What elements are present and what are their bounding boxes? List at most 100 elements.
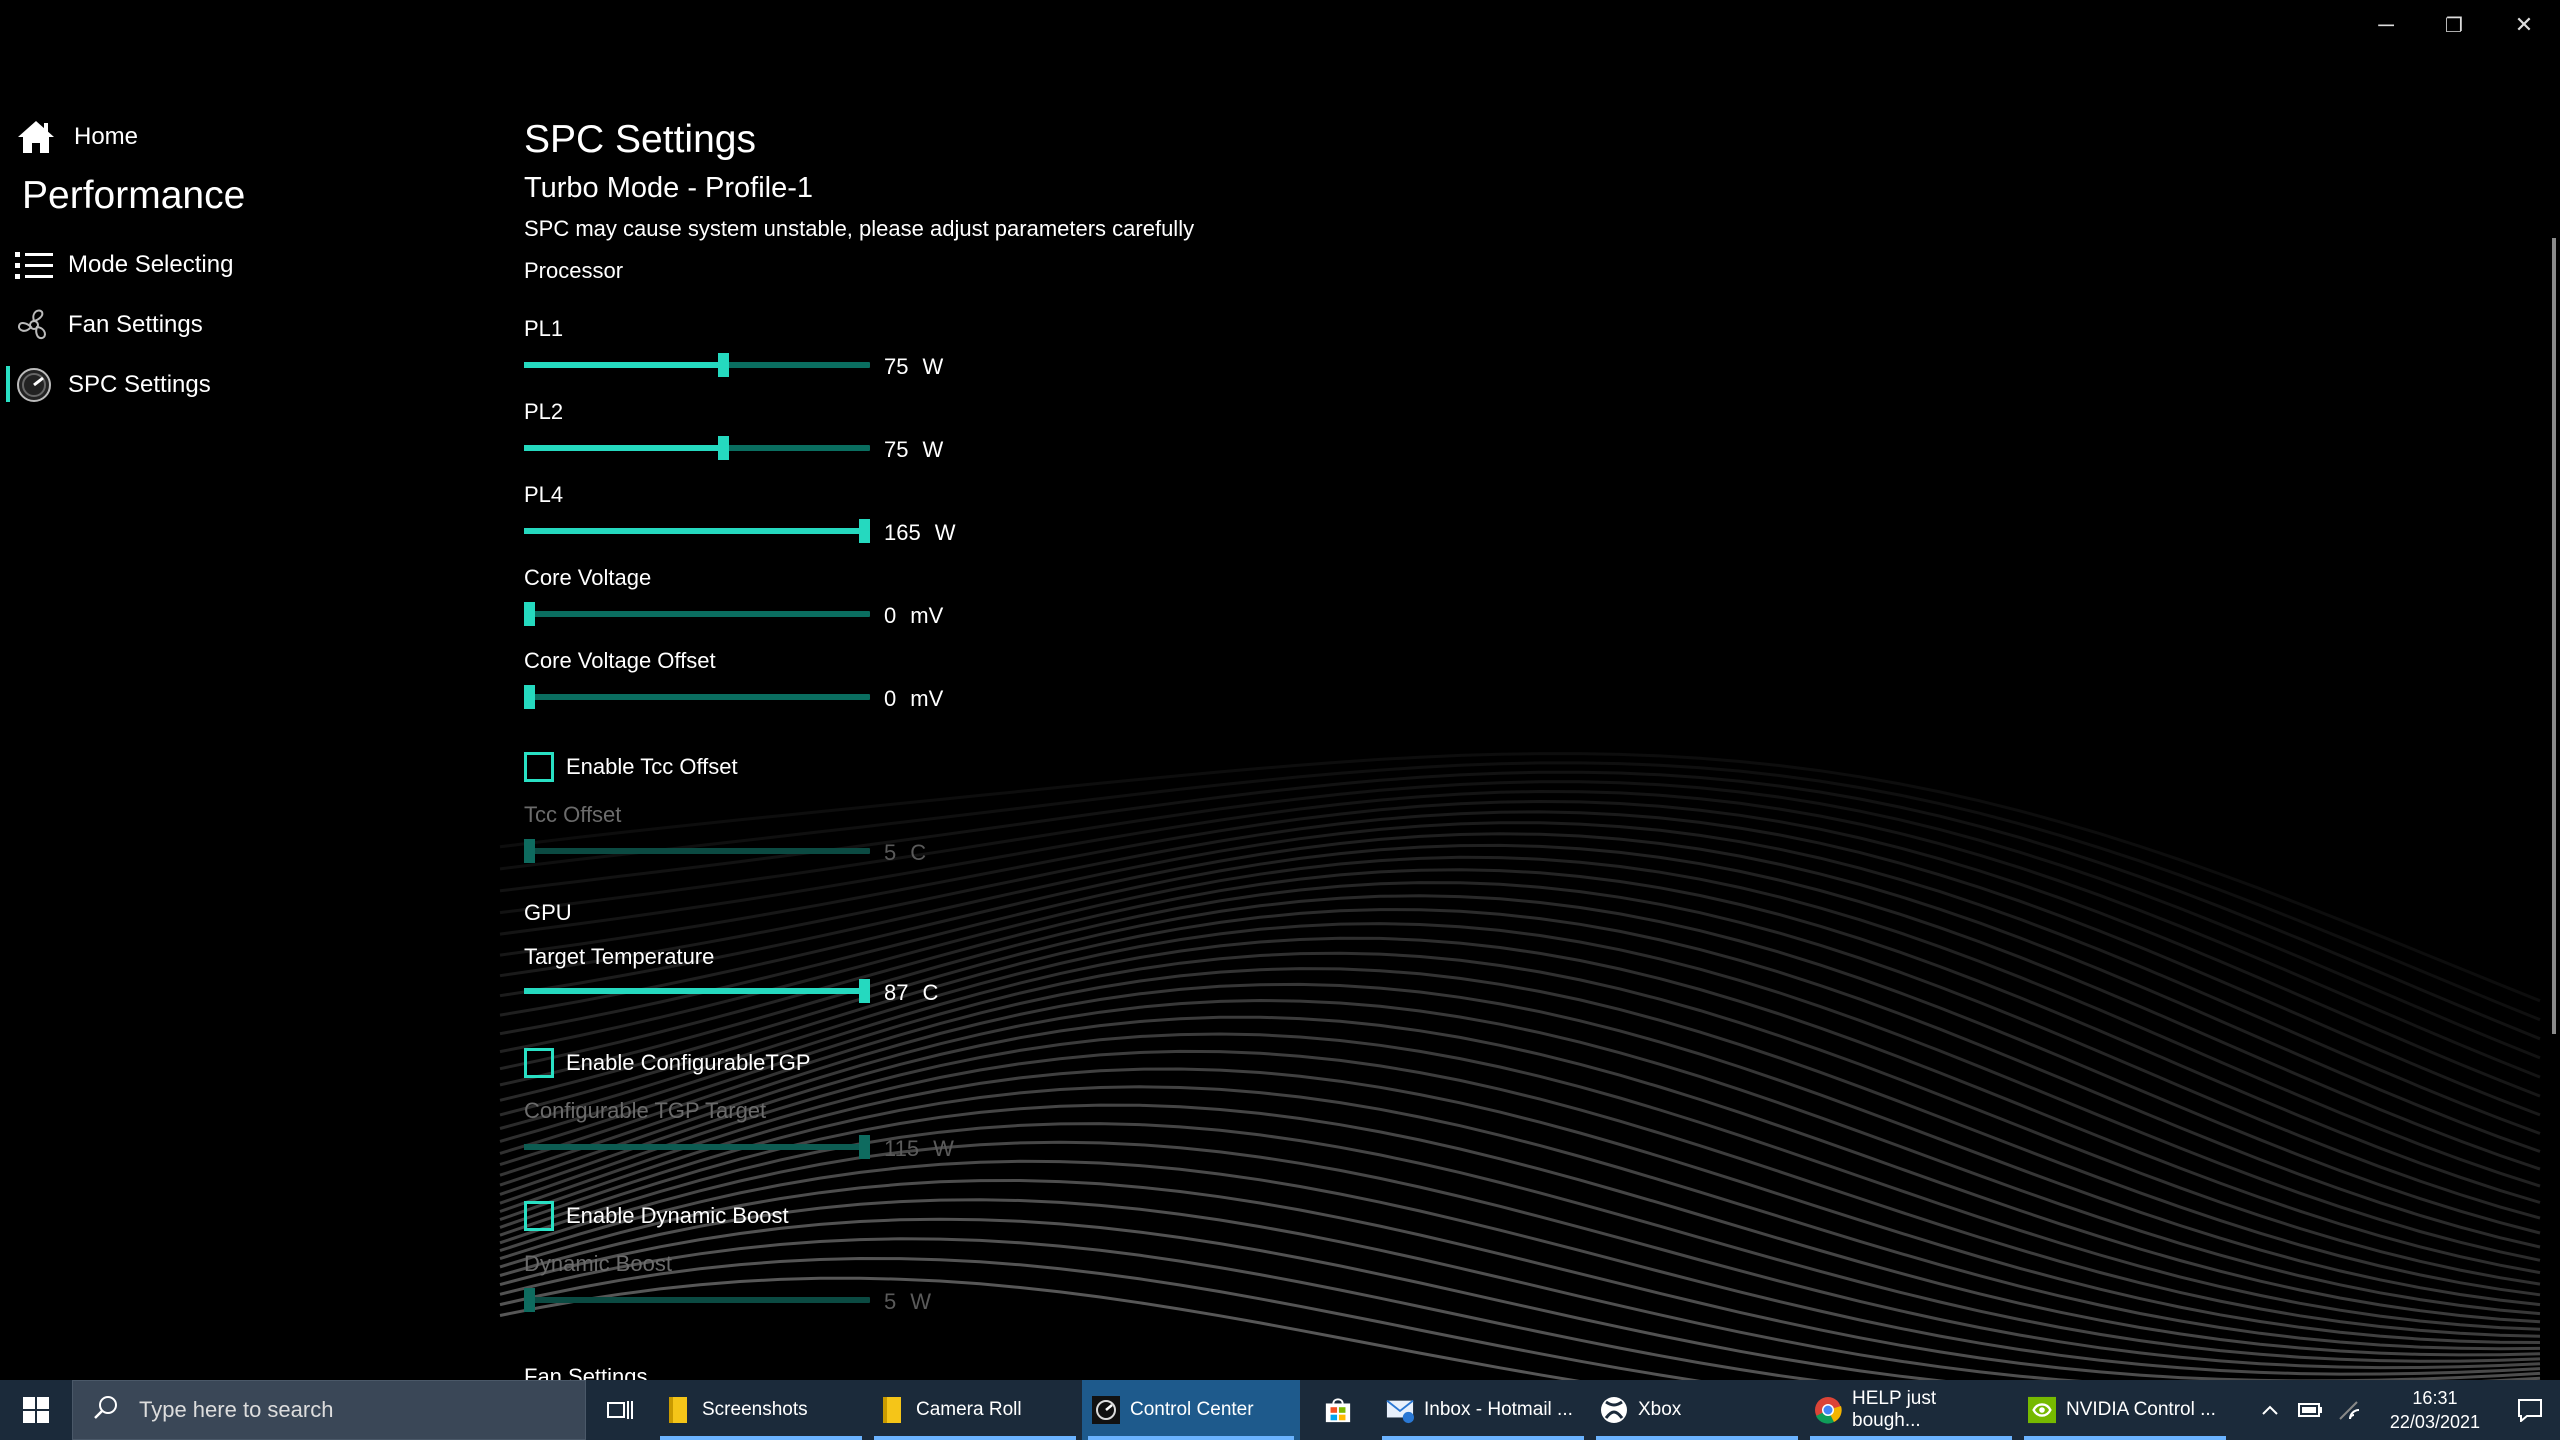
taskbar-app-label: HELP just bough... — [1852, 1388, 1937, 1431]
pl4-slider[interactable] — [524, 516, 870, 546]
dynamic-boost-label: Dynamic Boost — [524, 1251, 672, 1276]
vertical-scrollbar[interactable] — [2552, 238, 2556, 1034]
pl1-unit: W — [922, 354, 944, 379]
taskbar-app-mail[interactable]: Inbox - Hotmail ... — [1376, 1380, 1590, 1440]
checkbox-box[interactable] — [524, 1201, 554, 1231]
taskbar-app-screenshots[interactable]: Screenshots — [654, 1380, 868, 1440]
windows-icon — [23, 1397, 49, 1423]
taskbar-app-xbox[interactable]: Xbox — [1590, 1380, 1804, 1440]
fan-settings-heading: Fan Settings — [524, 1364, 648, 1380]
close-button[interactable]: ✕ — [2490, 0, 2558, 50]
pl2-unit: W — [922, 437, 944, 462]
pl2-value: 75 W — [884, 437, 957, 463]
task-view-button[interactable] — [586, 1380, 654, 1440]
core-voltage-unit: mV — [910, 603, 944, 628]
nav-home-label: Home — [74, 123, 139, 150]
battery-icon[interactable] — [2290, 1401, 2330, 1419]
nav-active-indicator — [6, 366, 10, 402]
restore-button[interactable]: ❐ — [2420, 0, 2488, 50]
pl1-label: PL1 — [524, 316, 564, 341]
pl1-value-number: 75 — [884, 354, 909, 379]
pl4-value: 165 W — [884, 520, 969, 546]
checkbox-box[interactable] — [524, 752, 554, 782]
slider-thumb[interactable] — [718, 436, 729, 460]
search-placeholder: Type here to search — [139, 1397, 334, 1422]
slider-thumb[interactable] — [524, 685, 535, 709]
nav-fan-settings[interactable]: Fan Settings — [14, 300, 203, 350]
enable-tcc-offset-checkbox[interactable]: Enable Tcc Offset — [524, 752, 738, 782]
chevron-up-icon[interactable] — [2250, 1404, 2290, 1416]
taskbar-clock[interactable]: 16:31 22/03/2021 — [2370, 1386, 2500, 1434]
nav-spc-settings[interactable]: SPC Settings — [14, 360, 211, 410]
profile-subtitle: Turbo Mode - Profile-1 — [524, 172, 814, 204]
core-voltage-slider[interactable] — [524, 599, 870, 629]
chrome-icon — [1814, 1396, 1842, 1424]
wave-line — [499, 789, 2541, 1079]
wifi-icon[interactable] — [2330, 1399, 2370, 1421]
tcc-offset-label: Tcc Offset — [524, 802, 622, 827]
pl2-label: PL2 — [524, 399, 564, 424]
page-title: SPC Settings — [524, 118, 756, 161]
slider-thumb[interactable] — [524, 602, 535, 626]
slider-track — [524, 1297, 870, 1303]
nav-home[interactable]: Home — [16, 112, 138, 162]
core-voltage-offset-slider[interactable] — [524, 682, 870, 712]
target-temperature-label: Target Temperature — [524, 944, 715, 969]
slider-fill — [524, 445, 724, 451]
control-center-window: ─ ❐ ✕ Home Performance Mode Selecting Fa… — [0, 0, 2560, 1380]
notifications-icon[interactable] — [2500, 1398, 2560, 1422]
configurable-tgp-label: Configurable TGP Target — [524, 1098, 767, 1123]
taskbar-app-control-center[interactable]: Control Center — [1082, 1380, 1300, 1440]
start-button[interactable] — [0, 1380, 72, 1440]
wave-line — [499, 908, 2541, 1249]
taskbar-app-store[interactable] — [1300, 1380, 1376, 1440]
wave-line — [499, 1178, 2541, 1380]
slider-thumb[interactable] — [859, 519, 870, 543]
taskbar-app-camera-roll[interactable]: Camera Roll — [868, 1380, 1082, 1440]
taskbar-search-box[interactable]: Type here to search — [72, 1380, 586, 1440]
taskbar-app-nvidia[interactable]: NVIDIA Control ... — [2018, 1380, 2232, 1440]
nvidia-icon — [2028, 1396, 2056, 1424]
minimize-button[interactable]: ─ — [2352, 0, 2420, 50]
wave-line — [499, 780, 2541, 1060]
slider-thumb[interactable] — [718, 353, 729, 377]
configurable-tgp-value: 115 W — [884, 1136, 968, 1162]
slider-fill — [524, 1144, 865, 1150]
tcc-offset-slider[interactable] — [524, 836, 870, 866]
processor-heading: Processor — [524, 258, 624, 283]
wave-line — [499, 843, 2541, 1171]
store-icon — [1324, 1396, 1352, 1424]
slider-thumb[interactable] — [524, 1288, 535, 1312]
slider-track — [524, 848, 870, 854]
taskbar-app-label: Control Center — [1130, 1399, 1254, 1420]
dynamic-boost-value-number: 5 — [884, 1289, 897, 1314]
wave-line — [499, 752, 2541, 1003]
target-temperature-value: 87 C — [884, 980, 952, 1006]
target-temperature-slider[interactable] — [524, 976, 870, 1006]
core-voltage-value: 0 mV — [884, 603, 957, 629]
dynamic-boost-slider[interactable] — [524, 1285, 870, 1315]
taskbar-app-chrome[interactable]: HELP just bough... — [1804, 1380, 2018, 1440]
nav-mode-selecting[interactable]: Mode Selecting — [14, 240, 233, 290]
configurable-tgp-slider[interactable] — [524, 1132, 870, 1162]
pl4-label: PL4 — [524, 482, 564, 507]
enable-configurable-tgp-checkbox[interactable]: Enable ConfigurableTGP — [524, 1048, 811, 1078]
pl4-unit: W — [934, 520, 956, 545]
slider-thumb[interactable] — [524, 839, 535, 863]
core-voltage-value-number: 0 — [884, 603, 897, 628]
checkbox-box[interactable] — [524, 1048, 554, 1078]
clock-time: 16:31 — [2412, 1388, 2458, 1408]
search-icon — [93, 1394, 119, 1426]
slider-thumb[interactable] — [859, 1135, 870, 1159]
list-icon — [14, 245, 54, 285]
pl4-value-number: 165 — [884, 520, 921, 545]
nav-spc-settings-label: SPC Settings — [68, 371, 211, 398]
core-voltage-offset-value-number: 0 — [884, 686, 897, 711]
warning-text: SPC may cause system unstable, please ad… — [524, 216, 1195, 241]
pl1-slider[interactable] — [524, 350, 870, 380]
slider-thumb[interactable] — [859, 979, 870, 1003]
slider-track — [524, 694, 870, 700]
pl2-slider[interactable] — [524, 433, 870, 463]
configurable-tgp-value-number: 115 — [884, 1136, 920, 1161]
enable-dynamic-boost-checkbox[interactable]: Enable Dynamic Boost — [524, 1201, 789, 1231]
